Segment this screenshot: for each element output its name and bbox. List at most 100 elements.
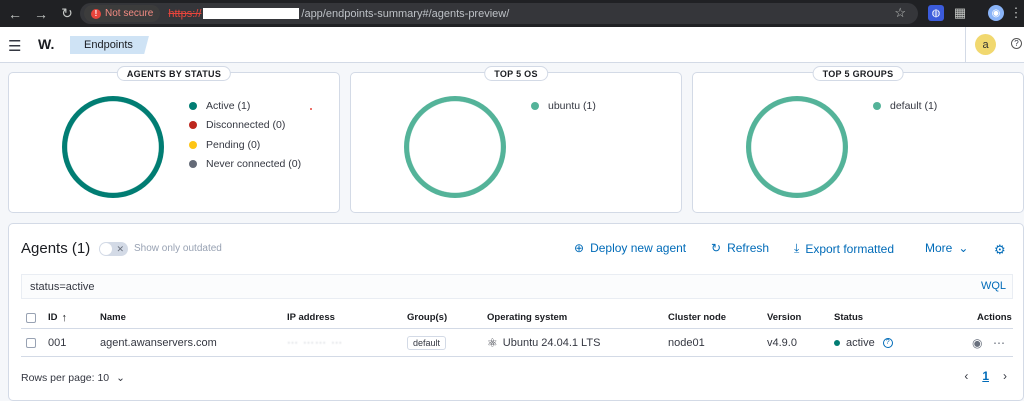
help-icon[interactable]: ? — [1011, 38, 1022, 49]
rows-per-page-label: Rows per page: 10 — [21, 372, 110, 384]
column-label: ID — [48, 312, 58, 323]
search-query: status=active — [30, 280, 95, 293]
top-groups-panel: TOP 5 GROUPS default (1) — [692, 66, 1024, 213]
legend-label: Pending (0) — [206, 138, 261, 151]
legend-item-ubuntu[interactable]: ubuntu (1) — [531, 96, 596, 116]
outdated-toggle[interactable]: ✕ — [99, 242, 128, 256]
checkbox-box — [26, 337, 36, 348]
status-legend: Active (1) Disconnected (0) Pending (0) … — [189, 96, 301, 174]
column-cluster[interactable]: Cluster node — [668, 307, 726, 328]
more-actions-icon[interactable]: ⋯ — [993, 329, 1005, 356]
agent-os: ⚛ Ubuntu 24.04.1 LTS — [487, 329, 600, 356]
reload-icon[interactable]: ↻ — [56, 3, 78, 25]
view-eye-icon[interactable]: ◉ — [972, 329, 982, 356]
address-bar[interactable]: ! Not secure https:// /app/endpoints-sum… — [80, 3, 918, 24]
url-text: https:// /app/endpoints-summary#/agents-… — [168, 8, 509, 20]
security-chip[interactable]: ! Not secure — [84, 5, 161, 22]
legend-dot — [873, 101, 881, 110]
browser-toolbar: ← → ↻ ! Not secure https:// /app/endpoin… — [0, 0, 1024, 27]
refresh-icon: ↻ — [711, 241, 722, 255]
legend-item-default[interactable]: default (1) — [873, 96, 937, 116]
refresh-label: Refresh — [727, 241, 770, 255]
table-row[interactable]: 001 agent.awanservers.com ⋯ ⋯⋯ ⋯ default… — [21, 329, 1013, 357]
avatar[interactable]: a — [975, 34, 996, 55]
next-page-icon[interactable]: › — [1003, 369, 1007, 383]
status-dot — [834, 339, 840, 346]
os-donut-chart[interactable] — [404, 96, 506, 198]
export-icon: ⤓ — [794, 241, 800, 255]
brand-logo[interactable]: W. — [38, 36, 54, 52]
column-name[interactable]: Name — [100, 307, 126, 328]
os-label: Ubuntu 24.04.1 LTS — [502, 336, 601, 349]
legend-dot — [531, 101, 539, 110]
legend-dot — [189, 160, 197, 169]
column-groups[interactable]: Group(s) — [407, 307, 447, 328]
header-divider — [965, 27, 966, 63]
agent-status: active? — [834, 329, 893, 356]
extensions-puzzle-icon[interactable]: ▦ — [952, 5, 968, 21]
menu-icon[interactable]: ☰ — [8, 37, 21, 55]
search-input[interactable]: status=active WQL — [21, 274, 1013, 299]
not-secure-label: Not secure — [105, 8, 154, 19]
row-checkbox[interactable] — [26, 329, 36, 356]
more-label: More — [925, 241, 953, 255]
bookmark-star-icon[interactable]: ☆ — [894, 5, 906, 21]
toggle-off-icon: ✕ — [116, 244, 124, 254]
page-number[interactable]: 1 — [982, 369, 989, 383]
group-badge[interactable]: default — [407, 335, 447, 350]
column-ip[interactable]: IP address — [287, 307, 335, 328]
legend-label: Disconnected (0) — [206, 119, 286, 132]
checkbox-box — [26, 312, 36, 323]
legend-label: Never connected (0) — [206, 158, 302, 171]
legend-item-disconnected[interactable]: Disconnected (0) — [189, 116, 301, 136]
deploy-agent-button[interactable]: ⊕ Deploy new agent — [574, 241, 686, 255]
column-version[interactable]: Version — [767, 307, 801, 328]
export-button[interactable]: ⤓ Export formatted — [794, 241, 894, 256]
agents-title: Agents (1) — [21, 240, 91, 257]
url-scheme: https:// — [168, 7, 202, 20]
chevron-down-icon: ⌄ — [958, 241, 969, 255]
shield-extension-icon[interactable]: ◍ — [928, 5, 944, 21]
panel-title: TOP 5 GROUPS — [812, 66, 904, 81]
select-all-checkbox[interactable] — [26, 307, 36, 328]
browser-menu-icon[interactable]: ⋮ — [1008, 5, 1024, 21]
column-actions: Actions — [977, 312, 1012, 323]
wql-button[interactable]: WQL — [981, 280, 1006, 292]
agent-cluster: node01 — [668, 336, 705, 349]
question-icon[interactable]: ? — [882, 337, 893, 348]
prev-page-icon[interactable]: ‹ — [964, 369, 968, 383]
back-icon[interactable]: ← — [4, 3, 26, 25]
legend-label: Active (1) — [206, 99, 251, 112]
legend-item-active[interactable]: Active (1) — [189, 96, 301, 116]
refresh-button[interactable]: ↻ Refresh — [711, 241, 769, 255]
legend-dot — [189, 140, 197, 149]
sort-arrow-up-icon: ↑ — [61, 311, 68, 324]
column-os[interactable]: Operating system — [487, 307, 567, 328]
legend-dot — [189, 101, 197, 110]
column-id[interactable]: ID ↑ — [48, 307, 67, 328]
rows-per-page[interactable]: Rows per page: 10 ⌄ — [21, 372, 125, 384]
legend-item-never-connected[interactable]: Never connected (0) — [189, 155, 301, 175]
forward-icon[interactable]: → — [30, 3, 52, 25]
deploy-label: Deploy new agent — [590, 241, 687, 255]
groups-donut-chart[interactable] — [746, 96, 848, 198]
redacted-ip: ⋯ ⋯⋯ ⋯ — [287, 337, 344, 349]
status-label: active — [846, 336, 875, 349]
top-os-panel: TOP 5 OS ubuntu (1) — [350, 66, 682, 213]
export-label: Export formatted — [805, 241, 895, 256]
column-status[interactable]: Status — [834, 307, 863, 328]
legend-item-pending[interactable]: Pending (0) — [189, 135, 301, 155]
linux-penguin-icon: ⚛ — [487, 335, 498, 350]
agents-section: Agents (1) ✕ Show only outdated ⊕ Deploy… — [8, 223, 1024, 401]
table-header: ID ↑ Name IP address Group(s) Operating s… — [21, 307, 1013, 329]
breadcrumb-endpoints[interactable]: Endpoints — [70, 36, 149, 54]
groups-legend: default (1) — [873, 96, 937, 116]
more-button[interactable]: More ⌄ — [925, 241, 968, 255]
profile-icon[interactable]: ◉ — [988, 5, 1004, 21]
gear-icon[interactable]: ⚙ — [994, 242, 1006, 258]
chevron-down-icon: ⌄ — [116, 372, 125, 384]
status-donut-chart[interactable] — [62, 96, 164, 198]
panel-title: AGENTS BY STATUS — [116, 66, 232, 81]
agent-version: v4.9.0 — [767, 336, 797, 349]
panel-title: TOP 5 OS — [484, 66, 548, 81]
